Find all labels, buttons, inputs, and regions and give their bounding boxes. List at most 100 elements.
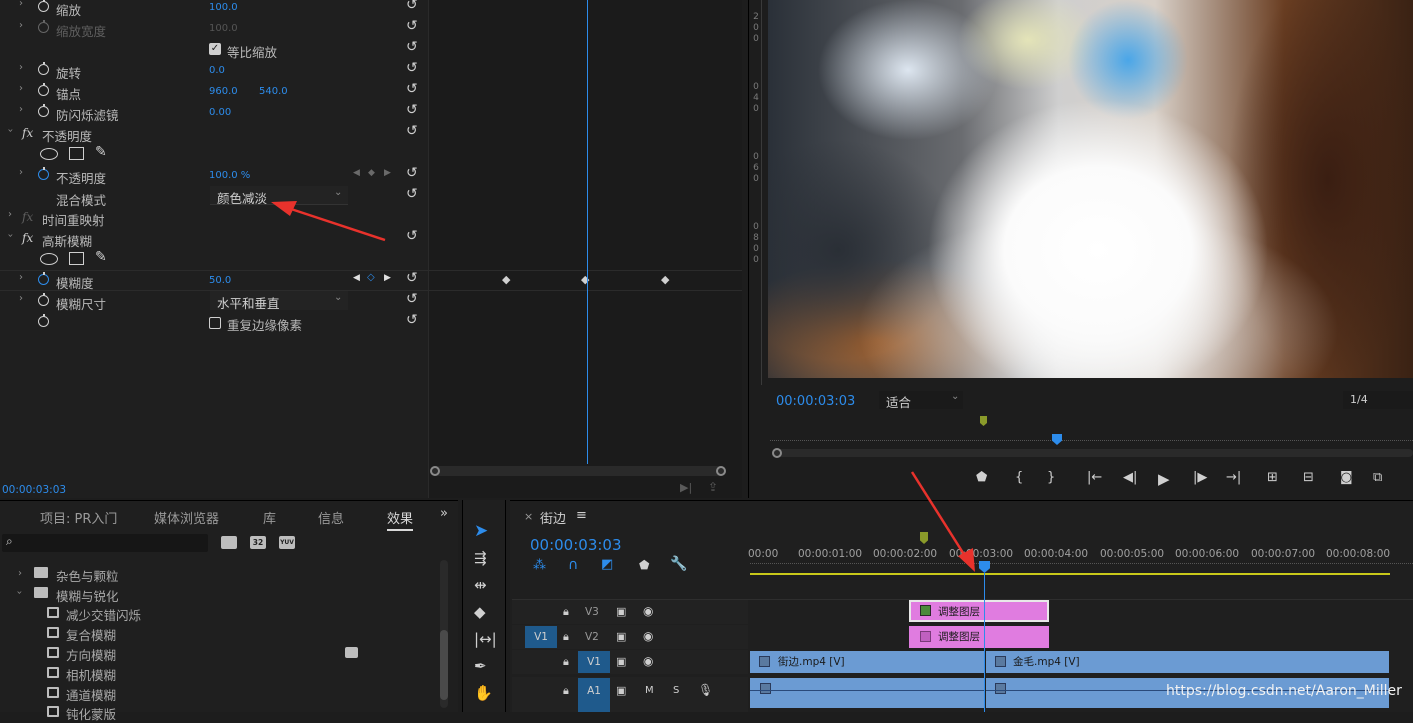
- close-sequence-icon[interactable]: ×: [524, 510, 533, 523]
- razor-tool-icon[interactable]: ◆: [474, 603, 486, 621]
- track-target-a1[interactable]: A1: [578, 678, 610, 712]
- tab-effects[interactable]: 效果: [387, 508, 414, 531]
- scale-value[interactable]: 100.0: [209, 2, 238, 13]
- clip-video-golden[interactable]: 金毛.mp4 [V]: [986, 651, 1389, 673]
- more-panels-icon[interactable]: »: [440, 506, 448, 521]
- tree-effect-item[interactable]: 复合模糊: [66, 625, 116, 644]
- tree-effect-item[interactable]: 方向模糊: [66, 645, 116, 664]
- repeat-edge-checkbox[interactable]: [209, 317, 221, 329]
- slip-tool-icon[interactable]: |↔|: [474, 630, 497, 648]
- step-back-icon[interactable]: ◀|: [1123, 470, 1137, 485]
- sync-lock-icon[interactable]: ▣: [616, 605, 626, 618]
- collapse-chevron-icon[interactable]: ›: [5, 234, 16, 238]
- monitor-zoom-scrollbar[interactable]: [772, 448, 1413, 458]
- reset-icon[interactable]: ↺: [406, 228, 418, 244]
- nest-toggle-icon[interactable]: ⁂: [533, 558, 546, 573]
- microphone-icon[interactable]: 🎙︎: [698, 683, 713, 697]
- hand-tool-icon[interactable]: ✋: [474, 684, 493, 702]
- rotation-value[interactable]: 0.0: [209, 65, 225, 76]
- opacity-value[interactable]: 100.0 %: [209, 170, 250, 181]
- reset-icon[interactable]: ↺: [406, 270, 418, 286]
- tree-effect-item[interactable]: 相机模糊: [66, 665, 116, 684]
- expand-chevron-icon[interactable]: ›: [19, 293, 23, 304]
- pen-mask-icon[interactable]: ✎: [95, 144, 107, 160]
- tab-info[interactable]: 信息: [318, 508, 344, 527]
- stopwatch-icon[interactable]: [38, 104, 49, 117]
- step-forward-icon[interactable]: |▶: [1193, 470, 1207, 485]
- reset-icon[interactable]: ↺: [406, 81, 418, 97]
- tree-folder-noise[interactable]: 杂色与颗粒: [56, 566, 119, 585]
- sync-lock-icon[interactable]: ▣: [616, 655, 626, 668]
- horizontal-scrollbar[interactable]: [430, 466, 726, 476]
- lock-icon[interactable]: 🔒︎: [563, 684, 569, 698]
- reset-icon[interactable]: ↺: [406, 123, 418, 139]
- ripple-edit-tool-icon[interactable]: ⇹: [474, 576, 487, 594]
- stopwatch-icon[interactable]: [38, 314, 49, 327]
- anti-flicker-value[interactable]: 0.00: [209, 107, 231, 118]
- fit-dropdown[interactable]: 适合 ⌄: [879, 391, 963, 410]
- work-area-bar[interactable]: [750, 573, 1390, 575]
- prev-keyframe-icon[interactable]: ◀: [353, 168, 360, 178]
- clip-audio-street[interactable]: [750, 678, 984, 708]
- clip-adjustment-v3[interactable]: 调整图层: [909, 600, 1049, 622]
- track-select-tool-icon[interactable]: ⇶: [474, 549, 487, 567]
- scroll-handle-right[interactable]: [716, 466, 726, 476]
- keyframe-diamond[interactable]: ◆: [581, 273, 589, 286]
- stopwatch-icon[interactable]: [38, 293, 49, 306]
- fx-icon[interactable]: fx: [22, 126, 33, 140]
- selection-tool-icon[interactable]: ➤: [474, 521, 488, 541]
- anchor-y-value[interactable]: 540.0: [259, 86, 288, 97]
- tree-effect-item[interactable]: 减少交错闪烁: [66, 605, 141, 624]
- expand-chevron-icon[interactable]: ›: [19, 0, 23, 9]
- program-timecode[interactable]: 00:00:03:03: [776, 394, 855, 409]
- ellipse-mask-icon[interactable]: [40, 253, 58, 265]
- export-icon[interactable]: ⇪: [708, 480, 718, 494]
- uniform-scale-checkbox[interactable]: ✓: [209, 43, 221, 55]
- filter-icon[interactable]: ▶|: [680, 481, 692, 494]
- expand-chevron-icon[interactable]: ›: [18, 568, 22, 579]
- reset-icon[interactable]: ↺: [406, 0, 418, 13]
- eye-icon[interactable]: ◉: [643, 629, 653, 643]
- clip-video-street[interactable]: 街边.mp4 [V]: [750, 651, 984, 673]
- stopwatch-icon[interactable]: [38, 62, 49, 75]
- go-to-in-icon[interactable]: |←: [1087, 470, 1102, 485]
- expand-chevron-icon[interactable]: ›: [8, 209, 12, 220]
- expand-chevron-icon[interactable]: ›: [19, 167, 23, 178]
- pen-mask-icon[interactable]: ✎: [95, 249, 107, 265]
- next-keyframe-icon[interactable]: ▶: [384, 168, 391, 178]
- program-video-preview[interactable]: [768, 0, 1413, 378]
- yuv-effects-icon[interactable]: YUV: [279, 536, 295, 549]
- accelerated-effects-icon[interactable]: [221, 536, 237, 549]
- tree-folder-blur-sharpen[interactable]: 模糊与锐化: [56, 586, 119, 605]
- snap-icon[interactable]: ∩: [568, 557, 578, 573]
- eye-icon[interactable]: ◉: [643, 654, 653, 668]
- blend-mode-dropdown[interactable]: 颜色减淡 ⌄: [210, 186, 348, 206]
- vertical-scrollbar[interactable]: [440, 560, 448, 708]
- fx-icon[interactable]: fx: [22, 231, 33, 245]
- track-name-v3[interactable]: V3: [585, 606, 599, 618]
- lock-icon[interactable]: 🔒︎: [563, 605, 569, 619]
- reset-icon[interactable]: ↺: [406, 18, 418, 34]
- add-keyframe-icon[interactable]: ◆: [368, 168, 375, 178]
- mute-button[interactable]: M: [645, 685, 654, 696]
- solo-button[interactable]: S: [673, 685, 679, 696]
- prev-keyframe-icon[interactable]: ◀: [353, 273, 360, 283]
- tab-project[interactable]: 项目: PR入门: [40, 508, 117, 527]
- resolution-dropdown[interactable]: 1/4: [1343, 391, 1413, 409]
- expand-chevron-icon[interactable]: ›: [19, 272, 23, 283]
- blurriness-value[interactable]: 50.0: [209, 275, 231, 286]
- ellipse-mask-icon[interactable]: [40, 148, 58, 160]
- eye-icon[interactable]: ◉: [643, 604, 653, 618]
- tab-media-browser[interactable]: 媒体浏览器: [154, 508, 219, 527]
- sequence-tab[interactable]: 街边: [540, 508, 566, 527]
- rectangle-mask-icon[interactable]: [69, 147, 84, 160]
- scroll-handle-left[interactable]: [430, 466, 440, 476]
- pen-tool-icon[interactable]: ✒: [474, 657, 487, 675]
- scroll-thumb[interactable]: [440, 630, 448, 700]
- timeline-playhead-line[interactable]: [984, 573, 985, 712]
- anchor-x-value[interactable]: 960.0: [209, 86, 238, 97]
- track-target-v1[interactable]: V1: [578, 651, 610, 673]
- sync-lock-icon[interactable]: ▣: [616, 630, 626, 643]
- lift-icon[interactable]: ⊞: [1267, 470, 1278, 485]
- reset-icon[interactable]: ↺: [406, 102, 418, 118]
